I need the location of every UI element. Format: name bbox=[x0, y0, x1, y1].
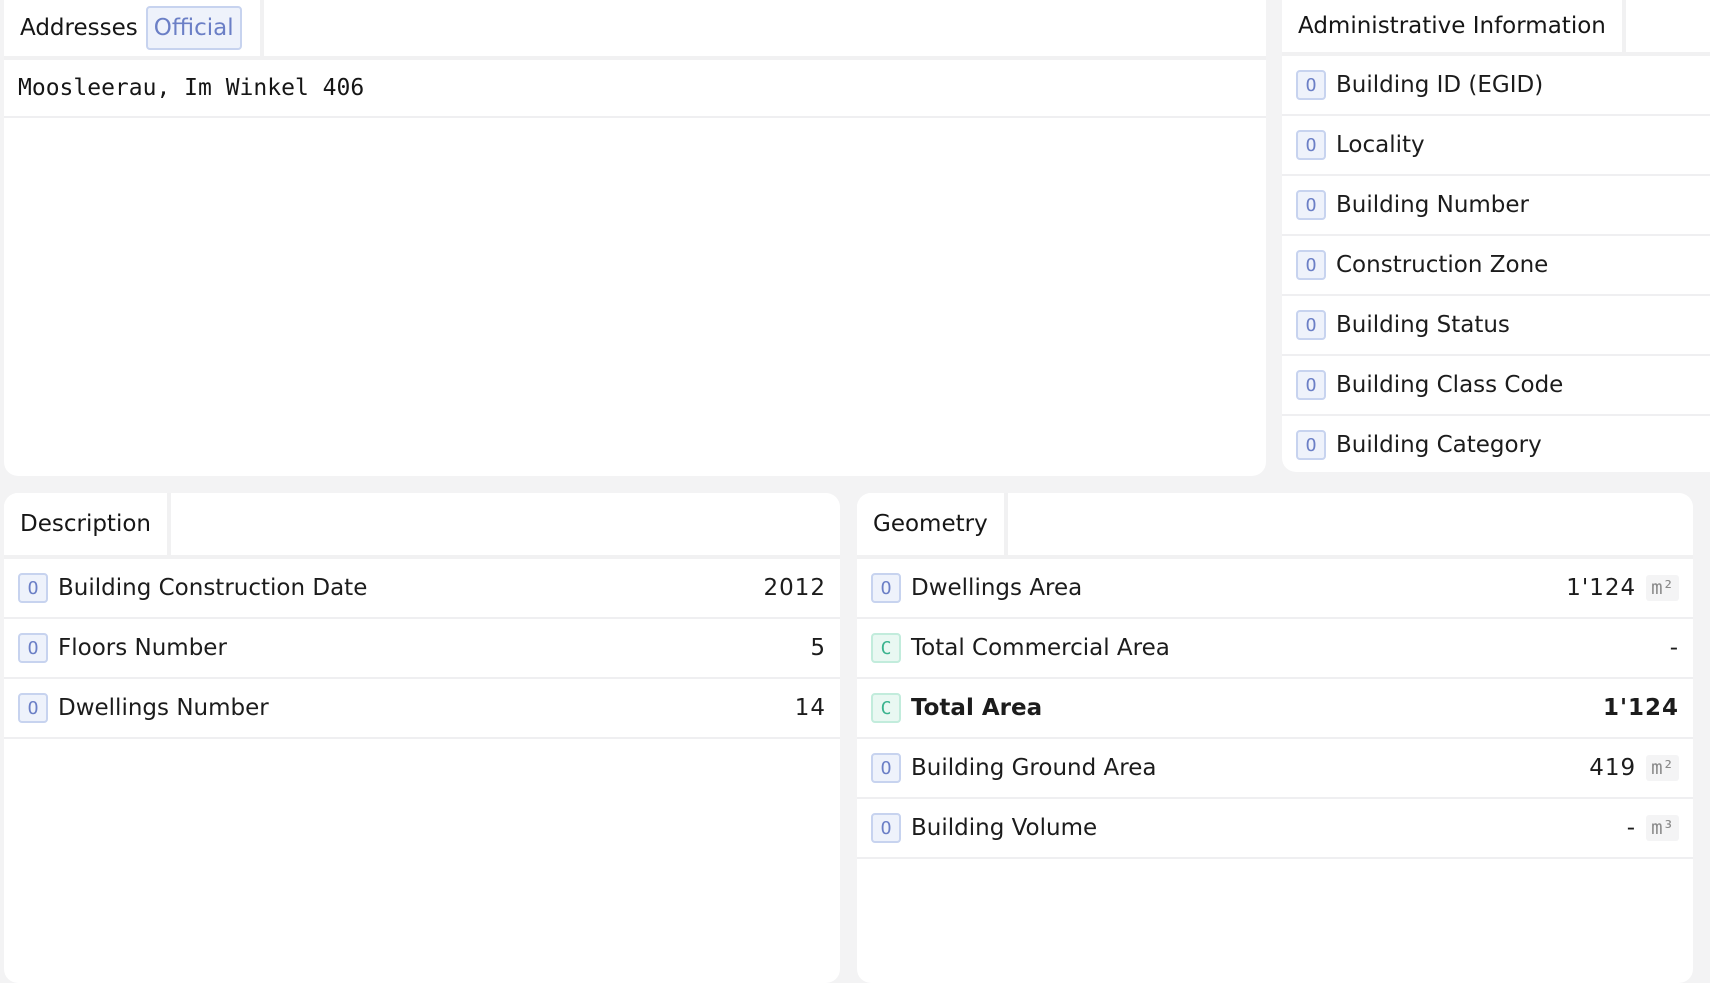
admin-row-building-class-code[interactable]: O Building Class Code bbox=[1282, 356, 1710, 416]
tab-description-label: Description bbox=[20, 511, 151, 537]
row-label: Building Number bbox=[1336, 192, 1530, 218]
description-row-construction-date[interactable]: O Building Construction Date 2012 bbox=[4, 559, 840, 619]
row-value: - bbox=[1669, 635, 1679, 661]
row-label: Building Ground Area bbox=[911, 755, 1157, 781]
official-tag-icon: O bbox=[1296, 430, 1326, 460]
row-label: Building Volume bbox=[911, 815, 1098, 841]
official-tag-icon: O bbox=[1296, 130, 1326, 160]
geometry-row-building-volume[interactable]: O Building Volume - m³ bbox=[857, 799, 1693, 859]
official-tag-icon: O bbox=[871, 753, 901, 783]
official-tag-icon: O bbox=[18, 693, 48, 723]
admin-row-egid[interactable]: O Building ID (EGID) bbox=[1282, 56, 1710, 116]
geometry-row-ground-area[interactable]: O Building Ground Area 419 m² bbox=[857, 739, 1693, 799]
unit-label: m² bbox=[1646, 755, 1679, 781]
computed-tag-icon: C bbox=[871, 633, 901, 663]
official-tag-icon: O bbox=[1296, 70, 1326, 100]
admin-row-building-category[interactable]: O Building Category bbox=[1282, 416, 1710, 472]
row-value: 1'124 bbox=[1602, 695, 1679, 721]
row-label: Total Commercial Area bbox=[911, 635, 1170, 661]
official-tag-icon: O bbox=[1296, 310, 1326, 340]
row-value: 5 bbox=[810, 635, 826, 661]
row-label: Building Construction Date bbox=[58, 575, 368, 601]
admin-tabbar: Administrative Information bbox=[1282, 0, 1710, 56]
row-value: 1'124 bbox=[1566, 575, 1637, 601]
geometry-tabbar: Geometry bbox=[857, 493, 1693, 559]
official-tag-icon: O bbox=[1296, 370, 1326, 400]
row-value: 419 bbox=[1589, 755, 1637, 781]
official-tag-icon: O bbox=[18, 633, 48, 663]
row-label: Dwellings Number bbox=[58, 695, 269, 721]
tab-administrative-information[interactable]: Administrative Information bbox=[1282, 0, 1626, 52]
description-panel: Description O Building Construction Date 2… bbox=[4, 493, 840, 983]
row-label: Building ID (EGID) bbox=[1336, 72, 1544, 98]
row-label: Building Category bbox=[1336, 432, 1542, 458]
official-tag-icon: O bbox=[18, 573, 48, 603]
row-value: - bbox=[1626, 815, 1637, 841]
admin-row-building-number[interactable]: O Building Number bbox=[1282, 176, 1710, 236]
row-label: Construction Zone bbox=[1336, 252, 1549, 278]
geometry-panel: Geometry O Dwellings Area 1'124 m² C Total C… bbox=[857, 493, 1693, 983]
computed-tag-icon: C bbox=[871, 693, 901, 723]
geometry-row-total-commercial-area[interactable]: C Total Commercial Area - bbox=[857, 619, 1693, 679]
description-row-dwellings-number[interactable]: O Dwellings Number 14 bbox=[4, 679, 840, 739]
admin-row-building-status[interactable]: O Building Status bbox=[1282, 296, 1710, 356]
tab-description[interactable]: Description bbox=[4, 493, 171, 555]
official-tag-icon: O bbox=[1296, 250, 1326, 280]
row-label: Building Class Code bbox=[1336, 372, 1564, 398]
row-label: Total Area bbox=[911, 695, 1043, 721]
official-tag-icon: O bbox=[871, 813, 901, 843]
row-label: Locality bbox=[1336, 132, 1425, 158]
addresses-tabbar: Addresses Official bbox=[4, 0, 1266, 60]
tab-addresses-label: Addresses bbox=[20, 15, 138, 41]
unit-label: m³ bbox=[1646, 815, 1679, 841]
official-tag-icon: O bbox=[1296, 190, 1326, 220]
row-label: Dwellings Area bbox=[911, 575, 1083, 601]
row-label: Floors Number bbox=[58, 635, 227, 661]
description-tabbar: Description bbox=[4, 493, 840, 559]
admin-rows: O Building ID (EGID) O Locality O Building … bbox=[1282, 56, 1710, 472]
tab-geometry[interactable]: Geometry bbox=[857, 493, 1008, 555]
admin-panel: Administrative Information O Building ID … bbox=[1282, 0, 1710, 472]
tab-addresses[interactable]: Addresses Official bbox=[4, 0, 264, 56]
row-value: 14 bbox=[794, 695, 826, 721]
addresses-panel: Addresses Official Moosleerau, Im Winkel… bbox=[4, 0, 1266, 476]
admin-row-locality[interactable]: O Locality bbox=[1282, 116, 1710, 176]
geometry-row-dwellings-area[interactable]: O Dwellings Area 1'124 m² bbox=[857, 559, 1693, 619]
row-value: 2012 bbox=[763, 575, 826, 601]
description-row-floors-number[interactable]: O Floors Number 5 bbox=[4, 619, 840, 679]
admin-row-construction-zone[interactable]: O Construction Zone bbox=[1282, 236, 1710, 296]
address-line: Moosleerau, Im Winkel 406 bbox=[4, 60, 1266, 118]
tab-admin-label: Administrative Information bbox=[1298, 13, 1606, 39]
official-badge[interactable]: Official bbox=[145, 6, 242, 50]
geometry-row-total-area[interactable]: C Total Area 1'124 bbox=[857, 679, 1693, 739]
row-label: Building Status bbox=[1336, 312, 1510, 338]
tab-geometry-label: Geometry bbox=[873, 511, 988, 537]
unit-label: m² bbox=[1646, 575, 1679, 601]
official-tag-icon: O bbox=[871, 573, 901, 603]
